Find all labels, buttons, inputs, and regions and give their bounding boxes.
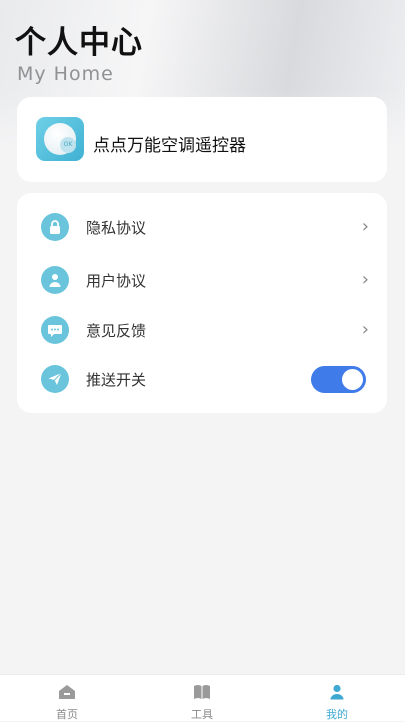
app-icon-ok-label: OK — [60, 137, 76, 153]
tab-tools[interactable]: 工具 — [162, 675, 242, 721]
chat-icon — [41, 316, 69, 344]
menu-item-label: 意见反馈 — [86, 322, 147, 340]
settings-menu: 隐私协议 › 用户协议 › 意见反馈 › 推送开关 — [17, 193, 387, 413]
send-icon — [41, 365, 69, 393]
bottom-tab-bar: 首页 工具 我的 — [0, 674, 405, 721]
app-info-card: OK 点点万能空调遥控器 — [17, 97, 387, 182]
menu-item-label: 隐私协议 — [86, 219, 147, 237]
push-notification-toggle[interactable] — [311, 366, 366, 393]
tab-mine[interactable]: 我的 — [297, 675, 377, 721]
page-title: 个人中心 — [15, 25, 143, 61]
home-icon — [59, 685, 75, 699]
person-icon — [330, 684, 344, 700]
toggle-knob — [342, 369, 363, 390]
menu-item-user-agreement[interactable]: 用户协议 › — [17, 257, 387, 307]
tab-home[interactable]: 首页 — [27, 675, 107, 721]
chevron-right-icon: › — [361, 319, 369, 340]
remote-control-icon: OK — [36, 117, 84, 161]
menu-item-label: 用户协议 — [86, 272, 147, 290]
chevron-right-icon: › — [361, 269, 369, 290]
app-name: 点点万能空调遥控器 — [93, 136, 246, 156]
lock-icon — [41, 213, 69, 241]
page-subtitle: My Home — [17, 63, 114, 85]
book-icon — [194, 685, 210, 699]
menu-item-privacy-policy[interactable]: 隐私协议 › — [17, 204, 387, 254]
chevron-right-icon: › — [361, 216, 369, 237]
user-icon — [41, 266, 69, 294]
menu-item-feedback[interactable]: 意见反馈 › — [17, 307, 387, 357]
menu-item-label: 推送开关 — [86, 371, 147, 389]
